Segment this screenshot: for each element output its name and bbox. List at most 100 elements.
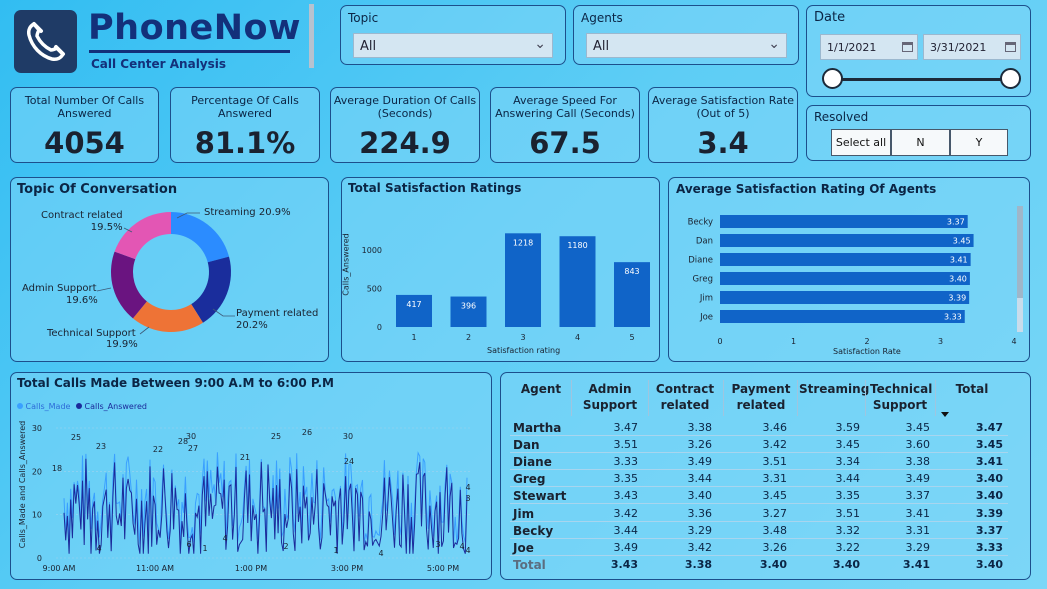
- table-row[interactable]: Martha 3.47 3.38 3.46 3.59 3.45 3.47: [510, 419, 1008, 436]
- ratings-bar-chart: 0 500 1000 417 1 396 2 1218 3 1180 4 843 5: [362, 233, 650, 342]
- point-annotation: 24: [344, 457, 354, 466]
- header-divider: [935, 380, 936, 416]
- col-technical-support[interactable]: Technical Support: [870, 381, 932, 413]
- x-tick-label: 3:00 PM: [331, 564, 363, 573]
- row-total-cell: 3.33: [975, 540, 1003, 554]
- table-row[interactable]: Joe 3.49 3.42 3.26 3.22 3.29 3.33: [510, 539, 1008, 556]
- kpi-title: Average Speed For Answering Call (Second…: [495, 94, 635, 120]
- agents-slicer: Agents All ⌄: [573, 5, 799, 65]
- category-label: Jim: [699, 294, 713, 304]
- topic-label: Topic: [348, 11, 379, 25]
- kpi-value: 4054: [44, 126, 125, 160]
- sort-desc-icon[interactable]: [941, 412, 949, 417]
- x-axis-label: Satisfaction Rate: [833, 347, 901, 356]
- row-total-cell: 3.45: [975, 438, 1003, 452]
- calls-line-chart: 0 10 20 30 9:00 AM 11:00 AM 1:00 PM 3:00 PM 5:00…: [32, 424, 471, 573]
- slice-pct: 19.5%: [90, 222, 123, 233]
- table-cell: 3.32: [835, 523, 861, 537]
- bar-value-label: 1180: [567, 241, 587, 250]
- table-row[interactable]: Diane 3.33 3.49 3.51 3.34 3.38 3.41: [510, 453, 1008, 471]
- matrix-total-row[interactable]: Total 3.43 3.38 3.40 3.40 3.41 3.40: [510, 556, 1008, 573]
- col-admin-support[interactable]: Admin Support: [580, 381, 640, 413]
- table-cell: 3.40: [832, 557, 860, 571]
- slice-label-payment: Payment related 20.2%: [236, 308, 318, 332]
- table-row[interactable]: Jim 3.42 3.36 3.27 3.51 3.41 3.39: [510, 505, 1008, 522]
- slice-name: Technical Support: [47, 328, 136, 339]
- calendar-icon[interactable]: [902, 42, 913, 52]
- x-tick-label: 1: [791, 337, 796, 346]
- calendar-icon[interactable]: [1005, 42, 1016, 52]
- table-cell: 3.31: [762, 472, 788, 486]
- table-cell: 3.51: [762, 455, 788, 469]
- table-cell: 3.42: [613, 506, 639, 520]
- kpi-pct-answered: Percentage Of Calls Answered 81.1%: [170, 87, 320, 163]
- table-cell: 3.26: [762, 540, 788, 554]
- ratings-bar-panel: Total Satisfaction Ratings 0 500 1000 417 1 3…: [341, 177, 660, 362]
- agent-name: Dan: [513, 438, 540, 453]
- table-cell: 3.27: [762, 506, 788, 520]
- table-cell: 3.47: [613, 421, 639, 434]
- col-agent[interactable]: Agent: [518, 381, 564, 397]
- agents-dropdown[interactable]: All ⌄: [586, 33, 787, 58]
- table-cell: 3.45: [762, 489, 788, 503]
- kpi-avg-duration: Average Duration Of Calls (Seconds) 224.…: [330, 87, 480, 163]
- table-cell: 3.43: [613, 489, 639, 503]
- table-cell: 3.35: [613, 472, 639, 486]
- table-cell: 3.48: [762, 523, 788, 537]
- category-label: Greg: [692, 275, 713, 285]
- bar-value-label: 843: [624, 267, 639, 276]
- table-row[interactable]: Stewart 3.43 3.40 3.45 3.35 3.37 3.40: [510, 487, 1008, 505]
- table-cell: 3.26: [687, 438, 713, 452]
- x-tick-label: 1:00 PM: [235, 564, 267, 573]
- kpi-title: Average Satisfaction Rate (Out of 5): [652, 94, 794, 120]
- x-tick-label: 4: [575, 333, 580, 342]
- point-annotation: 1: [333, 546, 338, 555]
- col-contract-related[interactable]: Contract related: [655, 381, 715, 413]
- table-row[interactable]: Becky 3.44 3.29 3.48 3.32 3.31 3.37: [510, 522, 1008, 539]
- table-cell: 3.59: [835, 421, 861, 434]
- table-cell: 3.41: [905, 506, 931, 520]
- topic-dropdown[interactable]: All ⌄: [353, 33, 553, 58]
- table-cell: 3.43: [610, 557, 638, 571]
- col-payment-related[interactable]: Payment related: [731, 381, 791, 413]
- header-divider: [309, 4, 314, 68]
- col-streaming[interactable]: Streaming: [799, 381, 869, 397]
- kpi-value: 224.9: [359, 126, 451, 160]
- date-end-handle[interactable]: [1000, 68, 1021, 89]
- select-all-button[interactable]: Select all: [831, 129, 891, 156]
- date-start-handle[interactable]: [822, 68, 843, 89]
- scrollbar-thumb[interactable]: [1017, 206, 1023, 298]
- resolved-y-button[interactable]: Y: [950, 129, 1008, 156]
- calls-line-panel: Total Calls Made Between 9:00 A.M to 6:0…: [10, 372, 492, 580]
- y-tick-label: 30: [32, 424, 42, 433]
- category-label: Dan: [696, 237, 713, 247]
- agent-bar: [720, 234, 974, 247]
- kpi-avg-speed: Average Speed For Answering Call (Second…: [490, 87, 640, 163]
- slice-name: Streaming: [204, 207, 256, 218]
- category-label: Joe: [699, 313, 713, 323]
- agent-name: Diane: [513, 455, 552, 470]
- end-date-value: 3/31/2021: [930, 41, 987, 54]
- point-annotation: 22: [153, 445, 163, 454]
- bar-value-label: 417: [406, 300, 421, 309]
- point-annotation: 4: [222, 534, 227, 543]
- col-total[interactable]: Total: [946, 381, 998, 397]
- y-tick-label: 0: [377, 323, 382, 332]
- x-tick-label: 4: [1011, 337, 1016, 346]
- table-cell: 3.45: [835, 438, 861, 452]
- table-row[interactable]: Greg 3.35 3.44 3.31 3.44 3.49 3.40: [510, 470, 1008, 488]
- table-row[interactable]: Dan 3.51 3.26 3.42 3.45 3.60 3.45: [510, 436, 1008, 454]
- slice-pct: 19.6%: [66, 295, 98, 306]
- point-annotation: 3: [465, 494, 470, 503]
- table-cell: 3.40: [759, 557, 787, 571]
- agent-name: Stewart: [513, 489, 567, 504]
- rating-bar: [505, 233, 541, 327]
- resolved-n-button[interactable]: N: [891, 129, 950, 156]
- topic-donut-panel: Topic Of Conversation Streaming 20.9% Co…: [10, 177, 329, 362]
- start-date-input[interactable]: 1/1/2021: [820, 34, 918, 60]
- point-annotation: 30: [186, 432, 196, 441]
- end-date-input[interactable]: 3/31/2021: [923, 34, 1021, 60]
- table-cell: 3.46: [762, 421, 788, 434]
- slice-label-streaming: Streaming 20.9%: [204, 207, 291, 218]
- point-annotation: 4: [465, 546, 470, 555]
